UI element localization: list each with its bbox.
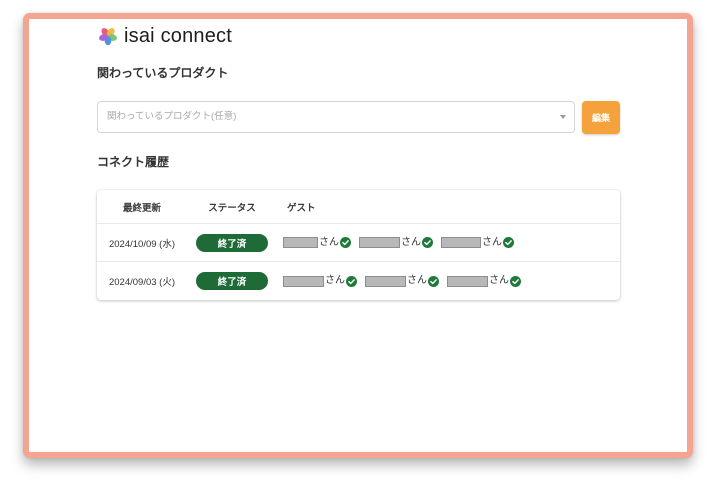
guest-honorific: さん xyxy=(401,236,421,248)
history-rows: 2024/10/09 (水) 終了済 さん さん さん 2024/09/03 (火) 終了済… xyxy=(97,224,620,300)
product-select[interactable]: 関わっているプロダクト(任意) xyxy=(97,101,575,133)
history-table: 最終更新 ステータス ゲスト 2024/10/09 (水) 終了済 さん さん さん 20… xyxy=(97,190,620,300)
guest-honorific: さん xyxy=(482,236,502,248)
flower-logo-icon xyxy=(99,28,117,46)
status-badge: 終了済 xyxy=(196,233,268,252)
check-circle-icon xyxy=(422,237,433,248)
app-logo[interactable]: isai connect xyxy=(98,24,232,48)
guest: さん xyxy=(283,275,357,287)
check-circle-icon xyxy=(340,237,351,248)
guest-name-redacted xyxy=(359,237,400,248)
history-row-date: 2024/09/03 (火) xyxy=(108,277,175,288)
history-row-status: 終了済 xyxy=(187,272,277,290)
guest-name-redacted xyxy=(283,237,318,248)
guest-name-redacted xyxy=(441,237,481,248)
column-header-updated: 最終更新 xyxy=(122,202,161,214)
history-row-date: 2024/10/09 (水) xyxy=(108,238,175,250)
chevron-down-icon[interactable] xyxy=(560,115,566,119)
check-circle-icon xyxy=(346,275,357,287)
guest-name-redacted xyxy=(447,275,488,287)
guest: さん xyxy=(365,275,439,287)
guest-honorific: さん xyxy=(319,236,339,248)
logo-text: isai connect xyxy=(124,25,233,47)
history-heading: コネクト履歴 xyxy=(97,155,170,169)
history-row: 2024/10/09 (水) 終了済 さん さん さん xyxy=(97,224,620,262)
products-heading: 関わっているプロダクト xyxy=(97,66,229,80)
product-select-placeholder: 関わっているプロダクト(任意) xyxy=(107,111,237,122)
history-row: 2024/09/03 (火) 終了済 さん さん さん xyxy=(97,262,620,300)
edit-button[interactable]: 編集 xyxy=(582,101,620,134)
history-table-header: 最終更新 ステータス ゲスト xyxy=(97,190,620,224)
guest-name-redacted xyxy=(283,275,324,287)
guest: さん xyxy=(441,237,514,249)
guest: さん xyxy=(447,275,521,287)
guest: さん xyxy=(359,237,433,249)
history-row-guests: さん さん さん xyxy=(277,237,620,249)
status-badge: 終了済 xyxy=(196,272,268,290)
history-row-status: 終了済 xyxy=(187,233,277,252)
history-row-guests: さん さん さん xyxy=(277,275,620,287)
column-header-status: ステータス xyxy=(208,202,256,214)
check-circle-icon xyxy=(428,275,439,287)
guest-honorific: さん xyxy=(489,275,509,286)
column-header-guests: ゲスト xyxy=(287,202,316,214)
check-circle-icon xyxy=(510,275,521,287)
guest-honorific: さん xyxy=(325,275,345,286)
guest-name-redacted xyxy=(365,275,406,287)
app-frame: isai connect 関わっているプロダクト 関わっているプロダクト(任意)… xyxy=(23,13,693,458)
guest: さん xyxy=(283,237,351,249)
check-circle-icon xyxy=(503,237,514,248)
guest-honorific: さん xyxy=(407,275,427,286)
